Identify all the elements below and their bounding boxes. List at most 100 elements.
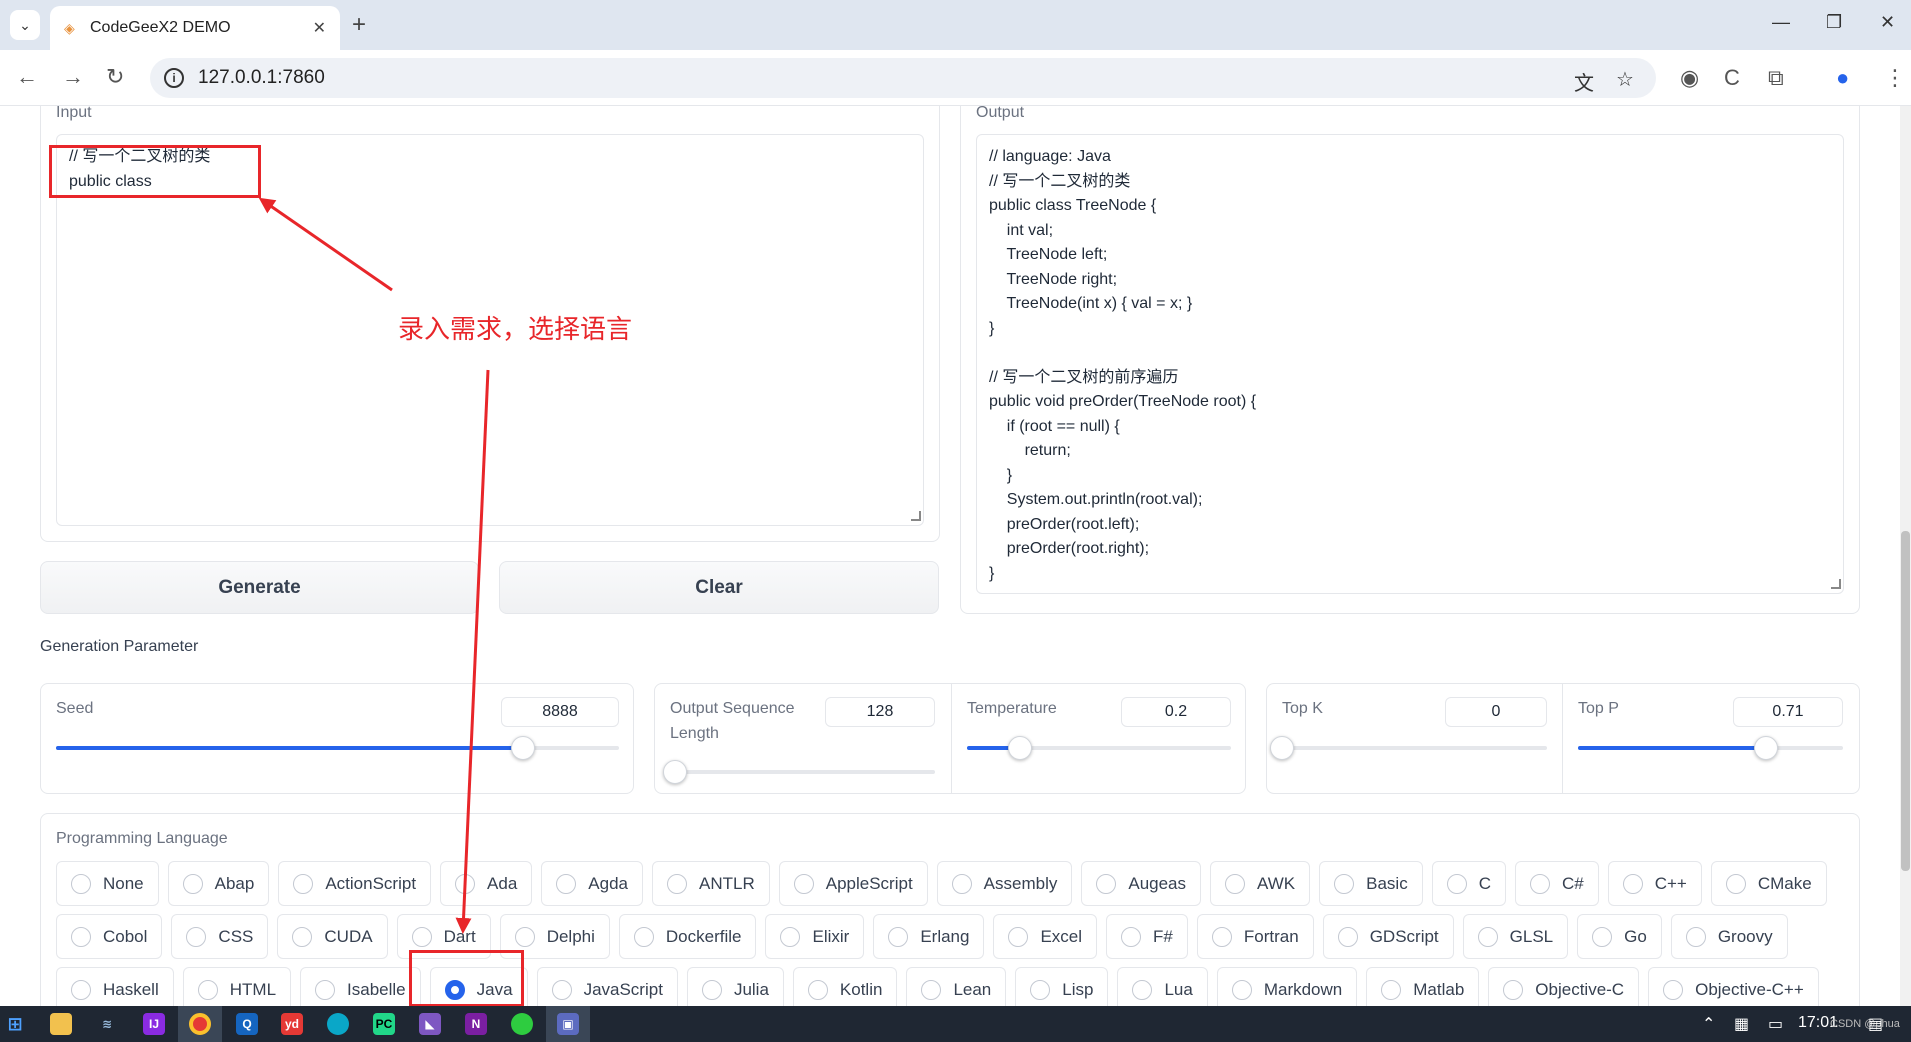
radio-circle-icon[interactable] xyxy=(315,979,336,1000)
radio-circle-icon[interactable] xyxy=(1231,979,1252,1000)
radio-circle-icon[interactable] xyxy=(888,926,909,947)
radio-circle-icon[interactable] xyxy=(793,873,814,894)
browser-menu-icon[interactable]: ⋮ xyxy=(1884,65,1906,91)
seed-slider[interactable] xyxy=(56,736,619,760)
radio-circle-icon[interactable] xyxy=(556,873,577,894)
language-option[interactable]: CSS xyxy=(171,914,269,959)
radio-circle-icon[interactable] xyxy=(1663,979,1684,1000)
tab-search-chevron-icon[interactable]: ⌄ xyxy=(10,10,40,40)
wechat-icon[interactable] xyxy=(511,1013,533,1035)
radio-circle-icon[interactable] xyxy=(701,979,722,1000)
output-textarea[interactable]: // language: Java // 写一个二叉树的类 public cla… xyxy=(976,134,1844,594)
page-scrollbar[interactable] xyxy=(1900,106,1911,1006)
radio-circle-icon[interactable] xyxy=(186,926,207,947)
radio-circle-icon[interactable] xyxy=(1592,926,1613,947)
language-option[interactable]: Fortran xyxy=(1196,914,1314,959)
language-option[interactable]: Abap xyxy=(167,861,270,906)
language-option[interactable]: ActionScript xyxy=(278,861,432,906)
radio-circle-icon[interactable] xyxy=(71,873,91,894)
radio-circle-icon[interactable] xyxy=(293,873,314,894)
radio-circle-icon[interactable] xyxy=(1096,873,1117,894)
extension-c-icon[interactable]: C xyxy=(1724,65,1740,91)
radio-circle-icon[interactable] xyxy=(1030,979,1051,1000)
temperature-slider[interactable] xyxy=(967,736,1231,760)
radio-circle-icon[interactable] xyxy=(1446,873,1467,894)
language-option[interactable]: AppleScript xyxy=(778,861,928,906)
language-option[interactable]: ANTLR xyxy=(652,861,770,906)
language-option[interactable]: Excel xyxy=(993,914,1098,959)
edge-icon[interactable] xyxy=(327,1013,349,1035)
chrome-icon[interactable] xyxy=(189,1013,211,1035)
temperature-slider-thumb[interactable] xyxy=(1007,736,1032,760)
omnibox[interactable]: i 127.0.0.1:7860 文 ☆ xyxy=(150,58,1656,98)
language-option[interactable]: Go xyxy=(1577,914,1662,959)
radio-circle-icon[interactable] xyxy=(780,926,801,947)
tray-chevron-icon[interactable]: ⌃ xyxy=(1702,1014,1715,1034)
seed-input[interactable]: 8888 xyxy=(501,697,619,727)
top-p-slider-thumb[interactable] xyxy=(1754,736,1779,760)
language-option[interactable]: F# xyxy=(1106,914,1188,959)
top-k-input[interactable]: 0 xyxy=(1445,697,1547,727)
seed-slider-thumb[interactable] xyxy=(511,736,536,760)
page-scrollbar-thumb[interactable] xyxy=(1901,531,1910,871)
language-option[interactable]: Agda xyxy=(541,861,643,906)
radio-circle-icon[interactable] xyxy=(1337,926,1358,947)
radio-circle-icon[interactable] xyxy=(1622,873,1643,894)
radio-circle-icon[interactable] xyxy=(921,979,942,1000)
bookmark-star-icon[interactable]: ☆ xyxy=(1616,67,1634,92)
onenote-icon[interactable]: N xyxy=(465,1013,487,1035)
search-app-icon[interactable]: Q xyxy=(236,1013,258,1035)
top-k-slider[interactable] xyxy=(1270,736,1547,760)
radio-circle-icon[interactable] xyxy=(197,979,218,1000)
radio-circle-icon[interactable] xyxy=(1381,979,1402,1000)
language-option[interactable]: None xyxy=(56,861,159,906)
language-option[interactable]: Elixir xyxy=(765,914,865,959)
radio-circle-icon[interactable] xyxy=(667,873,687,894)
battery-icon[interactable]: ▭ xyxy=(1768,1014,1783,1034)
youdao-icon[interactable]: yd xyxy=(281,1013,303,1035)
radio-circle-icon[interactable] xyxy=(292,926,313,947)
output-length-slider-thumb[interactable] xyxy=(663,760,688,784)
extensions-puzzle-icon[interactable]: ⧉ xyxy=(1768,65,1784,91)
radio-circle-icon[interactable] xyxy=(951,873,972,894)
radio-circle-icon[interactable] xyxy=(1225,873,1246,894)
generate-button[interactable]: Generate xyxy=(40,561,479,614)
language-option[interactable]: C xyxy=(1431,861,1506,906)
restore-icon[interactable]: ❐ xyxy=(1826,12,1842,33)
language-option[interactable]: CMake xyxy=(1710,861,1827,906)
radio-circle-icon[interactable] xyxy=(71,926,91,947)
radio-circle-icon[interactable] xyxy=(1132,979,1153,1000)
language-option[interactable]: GLSL xyxy=(1462,914,1569,959)
site-info-icon[interactable]: i xyxy=(164,68,184,88)
radio-circle-icon[interactable] xyxy=(1685,926,1706,947)
radio-circle-icon[interactable] xyxy=(182,873,203,894)
language-option[interactable]: Cobol xyxy=(56,914,163,959)
radio-circle-icon[interactable] xyxy=(1477,926,1498,947)
top-k-slider-thumb[interactable] xyxy=(1270,736,1294,760)
network-app-icon[interactable]: ≋ xyxy=(96,1013,118,1035)
clear-button[interactable]: Clear xyxy=(499,561,939,614)
window-close-icon[interactable]: ✕ xyxy=(1880,12,1895,33)
top-p-slider[interactable] xyxy=(1578,736,1843,760)
radio-circle-icon[interactable] xyxy=(514,926,535,947)
output-length-slider[interactable] xyxy=(663,760,935,784)
radio-circle-icon[interactable] xyxy=(1529,873,1550,894)
temperature-input[interactable]: 0.2 xyxy=(1121,697,1231,727)
language-option[interactable]: Augeas xyxy=(1081,861,1202,906)
radio-circle-icon[interactable] xyxy=(1211,926,1232,947)
url-text[interactable]: 127.0.0.1:7860 xyxy=(198,67,325,89)
language-option[interactable]: Groovy xyxy=(1670,914,1788,959)
input-resize-handle[interactable] xyxy=(911,511,921,521)
back-arrow-icon[interactable]: ← xyxy=(16,65,38,89)
windows-start-icon[interactable]: ⊞ xyxy=(4,1013,26,1035)
language-option[interactable]: CUDA xyxy=(277,914,388,959)
radio-circle-icon[interactable] xyxy=(1008,926,1029,947)
language-option[interactable]: Basic xyxy=(1319,861,1423,906)
reload-icon[interactable]: ↻ xyxy=(106,65,124,89)
language-option[interactable]: C++ xyxy=(1607,861,1702,906)
minimize-icon[interactable]: — xyxy=(1772,12,1790,33)
visual-studio-icon[interactable]: ◣ xyxy=(419,1013,441,1035)
top-p-input[interactable]: 0.71 xyxy=(1733,697,1843,727)
language-option[interactable]: Assembly xyxy=(936,861,1073,906)
extension-record-icon[interactable]: ◉ xyxy=(1680,65,1699,91)
